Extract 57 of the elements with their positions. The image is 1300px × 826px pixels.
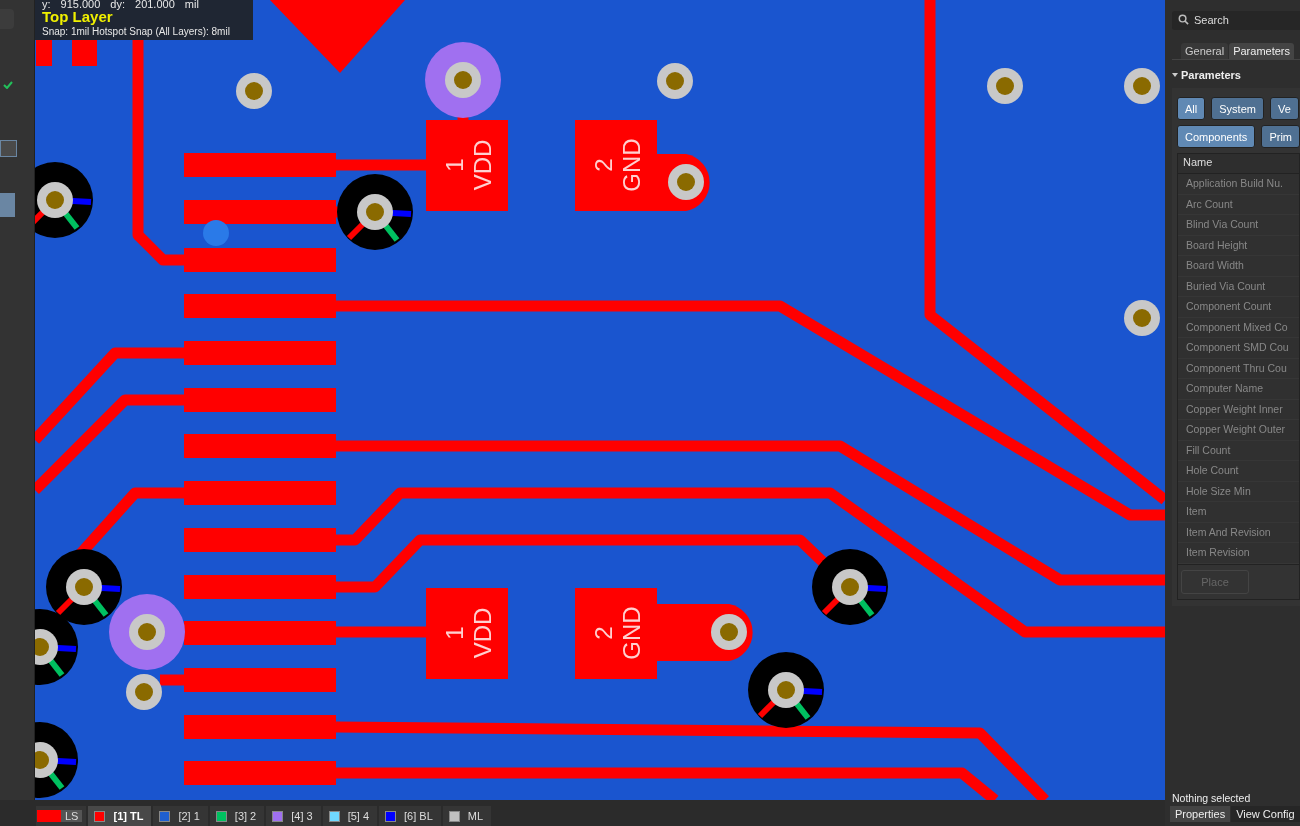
via (711, 614, 747, 650)
via (236, 73, 272, 109)
panel-tab[interactable]: View Config (1231, 806, 1300, 822)
input-field[interactable] (0, 140, 17, 157)
collapse-triangle-icon (1172, 73, 1178, 77)
layer-tab[interactable]: [3] 2 (209, 806, 265, 826)
check-icon (3, 81, 13, 89)
pad-number: 2 (589, 626, 617, 640)
panel-tab[interactable]: Properties (1170, 806, 1231, 822)
via (668, 164, 704, 200)
status-text: Nothing selected (1172, 792, 1252, 804)
filter-button[interactable]: System (1211, 97, 1264, 120)
layer-tab[interactable]: [1] TL (88, 806, 152, 826)
pad-number: 2 (589, 158, 617, 172)
via (126, 674, 162, 710)
net-label: VDD (468, 607, 496, 659)
net-label: VDD (468, 139, 496, 191)
layer-tab[interactable]: [2] 1 (153, 806, 208, 826)
layer-tab[interactable]: [6] BL (379, 806, 441, 826)
coordinate-value: 201.000 (135, 0, 175, 7)
via (987, 68, 1023, 104)
panel-tab[interactable]: General (1181, 43, 1229, 59)
layer-tab[interactable]: ML (442, 806, 492, 826)
copper-trace (160, 674, 184, 686)
layer-label: [1] TL (113, 810, 144, 822)
layer-tab[interactable]: [4] 3 (266, 806, 321, 826)
layer-label: [3] 2 (234, 810, 257, 822)
coordinate-value: 915.000 (60, 0, 101, 7)
layer-label: [6] BL (404, 810, 433, 822)
layer-label: [5] 4 (347, 810, 370, 822)
via (1124, 300, 1160, 336)
layer-tab[interactable]: [5] 4 (322, 806, 378, 826)
smd-pad (36, 40, 52, 66)
layer-label: ML (467, 810, 484, 822)
via-marker (203, 220, 229, 246)
pad-number: 1 (440, 626, 468, 640)
layer-label: [4] 3 (291, 810, 313, 822)
pad-number: 1 (440, 158, 468, 172)
smd-pad (72, 40, 97, 66)
net-label: GND (617, 606, 645, 660)
unit-label: mil (184, 0, 199, 7)
filter-button[interactable]: Prim (1261, 125, 1300, 148)
net-label: GND (617, 138, 645, 192)
layer-label: LS (61, 810, 83, 822)
layer-color-swatch (37, 810, 61, 822)
filter-button[interactable]: Ve (1269, 97, 1299, 120)
layer-label: [2] 1 (178, 810, 200, 822)
via (1124, 68, 1160, 104)
filter-button[interactable]: Components (1177, 125, 1256, 148)
section-header[interactable]: Parameters (1172, 69, 1300, 81)
via (657, 63, 693, 99)
layer-set-tab[interactable]: LS (36, 806, 87, 826)
list-item[interactable] (0, 193, 15, 217)
filter-button[interactable]: All (1177, 97, 1206, 120)
snap-info: Snap: 1mil Hotspot Snap (All Layers): 8mil (42, 25, 231, 38)
panel-tab[interactable]: Parameters (1229, 43, 1294, 59)
search-field[interactable]: Search (1172, 10, 1300, 30)
